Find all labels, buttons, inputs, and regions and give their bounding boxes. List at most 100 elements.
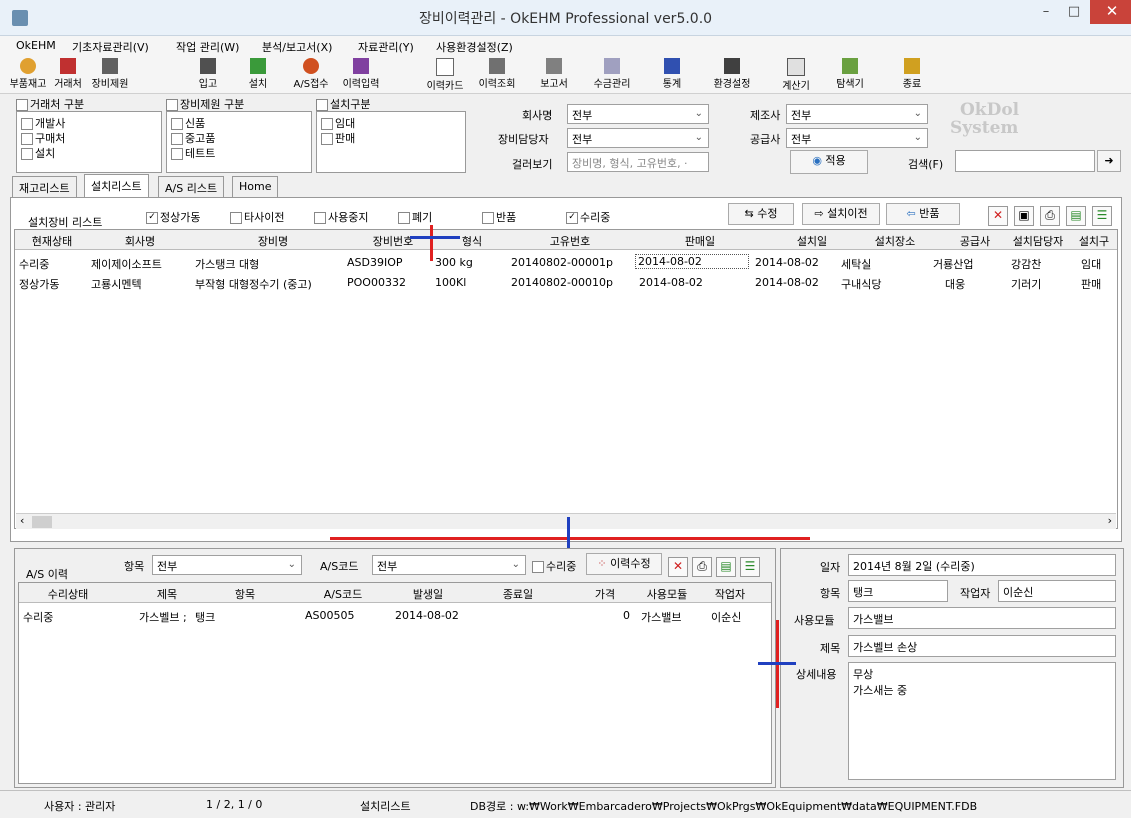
minimize-button[interactable]: – — [1032, 2, 1060, 24]
delete-icon[interactable]: ✕ — [988, 206, 1008, 226]
col-header[interactable]: 판매일 — [675, 233, 725, 249]
maximize-button[interactable]: □ — [1060, 2, 1088, 24]
table-row[interactable]: 수리중 가스벨브 ; 탱크 AS00505 2014-08-02 0 가스밸브 … — [19, 605, 771, 625]
explorer-button[interactable]: 탐색기 — [830, 56, 870, 94]
checkbox[interactable]: ✓ — [146, 212, 158, 224]
col-header[interactable]: 설치일 — [787, 233, 837, 249]
module-field[interactable]: 가스밸브 — [848, 607, 1116, 629]
checkbox[interactable] — [482, 212, 494, 224]
history-edit-button[interactable]: ⁘ 이력수정 — [586, 553, 662, 575]
table-row[interactable]: 수리중 제이제이소프트 가스탱크 대형 ASD39IOP 300 kg 2014… — [15, 252, 1117, 272]
col-header[interactable]: 항목 — [225, 586, 265, 602]
worker-field[interactable]: 이순신 — [998, 580, 1116, 602]
scroll-right-icon[interactable]: › — [1108, 514, 1112, 527]
as-item-select[interactable]: 전부 ⌄ — [152, 555, 302, 575]
check-returned[interactable]: 반품 — [482, 209, 516, 225]
print-icon[interactable]: ⎙ — [692, 557, 712, 577]
menu-work[interactable]: 작업 관리(W) — [176, 39, 239, 55]
menu-basic-data[interactable]: 기초자료관리(V) — [72, 39, 149, 55]
camera-icon[interactable]: ▣ — [1014, 206, 1034, 226]
columns-icon[interactable]: ☰ — [740, 557, 760, 577]
collection-button[interactable]: 수금관리 — [586, 56, 638, 94]
col-header[interactable]: 공급사 — [953, 233, 997, 249]
filter-input[interactable]: 장비명, 형식, 고유번호, · — [567, 152, 709, 172]
column-resize-marker[interactable] — [430, 225, 433, 261]
company-select[interactable]: 전부 ⌄ — [567, 104, 709, 124]
settings-button[interactable]: 환경설정 — [706, 56, 758, 94]
vendor-type-item[interactable]: 설치 — [21, 145, 55, 161]
delete-icon[interactable]: ✕ — [668, 557, 688, 577]
col-header[interactable]: 설치담당자 — [1009, 233, 1067, 249]
checkbox[interactable] — [171, 133, 183, 145]
col-header[interactable]: 설치장소 — [865, 233, 925, 249]
col-header[interactable]: 제목 — [147, 586, 187, 602]
check-disposed[interactable]: 폐기 — [398, 209, 432, 225]
menu-data[interactable]: 자료관리(Y) — [358, 39, 414, 55]
columns-icon[interactable]: ☰ — [1092, 206, 1112, 226]
check-transfer[interactable]: 타사이전 — [230, 209, 284, 225]
equipment-spec-button[interactable]: 장비제원 — [88, 56, 132, 94]
search-label[interactable]: 검색(F) — [908, 156, 943, 172]
checkbox[interactable] — [321, 118, 333, 130]
check-repairing[interactable]: ✓ 수리중 — [566, 209, 610, 225]
calculator-button[interactable]: 계산기 — [776, 56, 816, 94]
stats-button[interactable]: 통계 — [654, 56, 690, 94]
checkbox[interactable] — [321, 133, 333, 145]
checkbox[interactable] — [21, 133, 33, 145]
spec-group-checkbox[interactable] — [166, 99, 178, 111]
splitter-marker-horizontal[interactable] — [330, 537, 810, 540]
install-hscrollbar[interactable]: ‹ › — [16, 513, 1116, 529]
check-normal[interactable]: ✓ 정상가동 — [146, 209, 200, 225]
install-type-item[interactable]: 임대 — [321, 115, 355, 131]
vendor-button[interactable]: 거래처 — [50, 56, 86, 94]
spec-group-header[interactable]: 장비제원 구분 — [166, 96, 244, 112]
report-button[interactable]: 보고서 — [532, 56, 576, 94]
as-code-select[interactable]: 전부 ⌄ — [372, 555, 526, 575]
col-header[interactable]: 종료일 — [493, 586, 543, 602]
install-type-item[interactable]: 판매 — [321, 130, 355, 146]
vendor-group-checkbox[interactable] — [16, 99, 28, 111]
vendor-group-header[interactable]: 거래처 구분 — [16, 96, 84, 112]
parts-stock-button[interactable]: 부품재고 — [6, 56, 50, 94]
col-header[interactable]: 설치구 — [1073, 233, 1115, 249]
search-go-icon[interactable]: ➜ — [1097, 150, 1121, 172]
close-button[interactable]: ✕ — [1090, 0, 1131, 24]
scroll-thumb[interactable] — [32, 516, 52, 528]
history-input-button[interactable]: 이력입력 — [336, 56, 386, 94]
as-repair-check[interactable]: 수리중 — [532, 558, 576, 574]
content-textarea[interactable]: 무상 가스새는 중 — [848, 662, 1116, 780]
checkbox[interactable] — [21, 148, 33, 160]
col-header[interactable]: 발생일 — [403, 586, 453, 602]
checkbox[interactable]: ✓ — [566, 212, 578, 224]
checkbox[interactable] — [171, 148, 183, 160]
vendor-type-item[interactable]: 구매처 — [21, 130, 65, 146]
receive-button[interactable]: 입고 — [188, 56, 228, 94]
checkbox[interactable] — [21, 118, 33, 130]
spec-type-item[interactable]: 테트트 — [171, 145, 215, 161]
search-input[interactable] — [955, 150, 1095, 172]
exit-button[interactable]: 종료 — [896, 56, 928, 94]
col-header[interactable]: 고유번호 — [535, 233, 605, 249]
menu-settings[interactable]: 사용환경설정(Z) — [436, 39, 513, 55]
vendor-type-item[interactable]: 개발사 — [21, 115, 65, 131]
col-header[interactable]: 형식 — [455, 233, 489, 249]
spec-type-item[interactable]: 중고품 — [171, 130, 215, 146]
checkbox[interactable] — [314, 212, 326, 224]
edit-button[interactable]: ⇆ 수정 — [728, 203, 794, 225]
col-header[interactable]: A/S코드 — [315, 586, 371, 602]
col-header[interactable]: 작업자 — [705, 586, 755, 602]
excel-icon[interactable]: ▤ — [716, 557, 736, 577]
checkbox[interactable] — [398, 212, 410, 224]
history-query-button[interactable]: 이력조회 — [472, 56, 522, 94]
subject-field[interactable]: 가스벨브 손상 — [848, 635, 1116, 657]
col-header[interactable]: 회사명 — [105, 233, 175, 249]
date-field[interactable]: 2014년 8월 2일 (수리중) — [848, 554, 1116, 576]
install-button[interactable]: 설치 — [238, 56, 278, 94]
print-icon[interactable]: ⎙ — [1040, 206, 1060, 226]
excel-icon[interactable]: ▤ — [1066, 206, 1086, 226]
col-header[interactable]: 가격 — [585, 586, 625, 602]
checkbox[interactable] — [230, 212, 242, 224]
col-header[interactable]: 장비명 — [245, 233, 301, 249]
maker-select[interactable]: 전부 ⌄ — [786, 104, 928, 124]
move-install-button[interactable]: ⇨ 설치이전 — [802, 203, 880, 225]
